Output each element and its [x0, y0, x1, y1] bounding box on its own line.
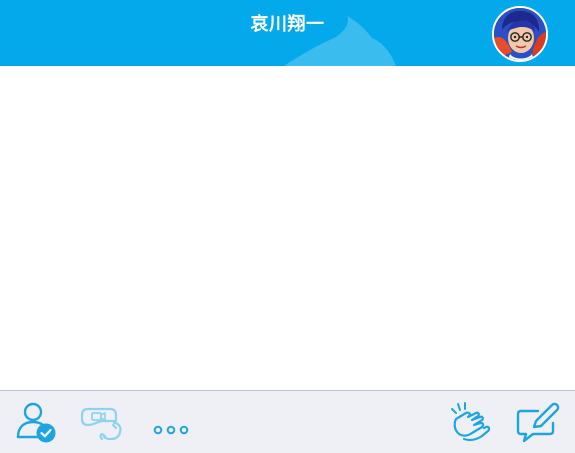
- bottom-toolbar: [0, 390, 575, 453]
- video-call-button[interactable]: [78, 399, 126, 445]
- contact-profile-button[interactable]: [12, 399, 60, 445]
- compose-message-button[interactable]: [512, 399, 560, 445]
- avatar[interactable]: [492, 6, 548, 62]
- compose-icon: [516, 402, 560, 443]
- chat-header: 哀川翔一: [0, 0, 575, 66]
- clap-reaction-button[interactable]: [444, 399, 492, 445]
- more-dots-icon: [153, 425, 189, 435]
- chat-screen: 哀川翔一: [0, 0, 575, 453]
- person-check-icon: [16, 402, 56, 443]
- profile-avatar-icon: [494, 8, 546, 60]
- video-phone-icon: [80, 407, 122, 441]
- chat-message-area[interactable]: [0, 66, 575, 390]
- chat-title: 哀川翔一: [250, 14, 325, 35]
- clapping-hands-icon: [451, 402, 491, 442]
- more-button[interactable]: [148, 399, 196, 445]
